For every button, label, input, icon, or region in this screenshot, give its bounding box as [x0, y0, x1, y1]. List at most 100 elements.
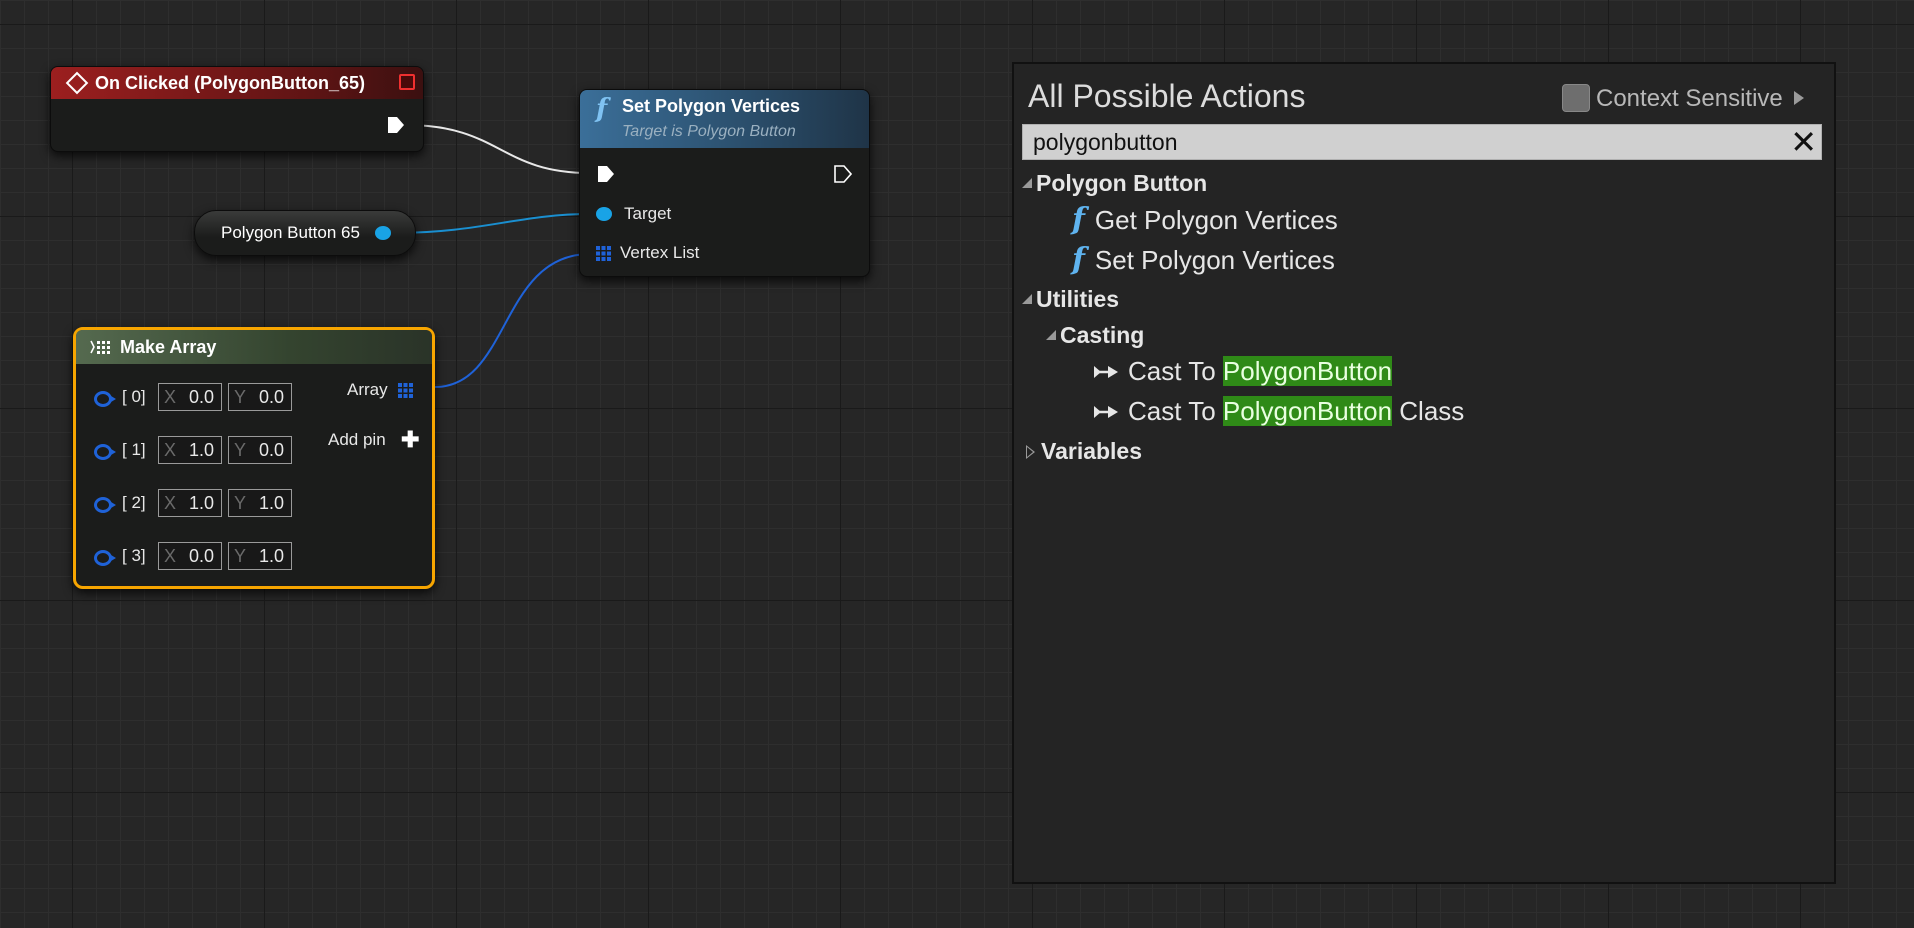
y-value-field[interactable]: Y 0.0	[228, 383, 292, 411]
y-value-field[interactable]: Y 0.0	[228, 436, 292, 464]
category-utilities[interactable]: Utilities	[1022, 286, 1119, 313]
x-value: 0.0	[188, 387, 214, 407]
array-element-row: [ 3] X 0.0 Y 1.0	[76, 542, 376, 572]
category-label: Utilities	[1036, 286, 1120, 312]
x-axis-label: X	[164, 440, 177, 460]
search-match-highlight: PolygonButton	[1222, 356, 1393, 386]
target-pin-label: Target	[624, 204, 672, 223]
actions-panel-title: All Possible Actions	[1028, 78, 1306, 114]
vertex-list-pin-label: Vertex List	[620, 243, 700, 262]
context-sensitive-toggle[interactable]: Context Sensitive	[1562, 84, 1814, 114]
y-value: 1.0	[258, 546, 284, 566]
vertex-list-wire	[434, 253, 591, 388]
function-icon: f	[1072, 242, 1085, 277]
y-value: 0.0	[258, 440, 284, 460]
variable-node-label: Polygon Button 65	[221, 223, 360, 242]
search-value: polygonbutton	[1033, 129, 1178, 155]
action-search-input[interactable]: polygonbutton ✕	[1022, 124, 1822, 160]
array-element-pin-icon[interactable]	[94, 391, 116, 407]
action-label: Get Polygon Vertices	[1094, 205, 1338, 235]
array-element-row: [ 0] X 0.0 Y 0.0	[76, 383, 376, 413]
variable-output-pin-icon[interactable]	[375, 226, 391, 240]
event-delegate-pin-icon[interactable]	[399, 74, 415, 90]
action-label-suffix: Class	[1392, 396, 1465, 426]
set-node-title: Set Polygon Vertices	[622, 96, 801, 116]
x-axis-label: X	[164, 546, 177, 566]
target-pin-icon[interactable]	[596, 207, 612, 221]
x-value-field[interactable]: X 1.0	[158, 489, 222, 517]
event-diamond-icon	[65, 71, 89, 95]
all-possible-actions-panel: All Possible Actions Context Sensitive p…	[1012, 62, 1836, 884]
category-variables[interactable]: Variables	[1026, 438, 1142, 465]
exec-out-pin-icon[interactable]	[387, 116, 405, 134]
add-pin-icon[interactable]: ✚	[401, 429, 419, 451]
y-axis-label: Y	[234, 387, 247, 407]
category-casting[interactable]: Casting	[1046, 322, 1144, 349]
y-value-field[interactable]: Y 1.0	[228, 489, 292, 517]
make-array-node[interactable]: Make Array Array Add pin ✚ [ 0] X 0.0 Y …	[73, 327, 435, 589]
x-value: 1.0	[188, 440, 214, 460]
array-output-pin-icon[interactable]	[398, 383, 413, 398]
collapsed-triangle-icon[interactable]	[1026, 445, 1035, 459]
action-get-polygon-vertices[interactable]: f Get Polygon Vertices	[1072, 202, 1338, 237]
make-array-title: Make Array	[120, 337, 217, 357]
make-array-header[interactable]: Make Array	[76, 330, 432, 364]
make-array-icon	[90, 340, 110, 354]
y-value: 1.0	[258, 493, 284, 513]
vertex-list-pin-icon[interactable]	[596, 246, 611, 261]
expanded-triangle-icon[interactable]	[1022, 178, 1032, 188]
array-element-pin-icon[interactable]	[94, 497, 116, 513]
action-cast-to-polygonbutton-class[interactable]: Cast To PolygonButton Class	[1092, 396, 1464, 427]
expanded-triangle-icon[interactable]	[1022, 294, 1032, 304]
event-node-header[interactable]: On Clicked (PolygonButton_65)	[51, 67, 423, 99]
category-label: Casting	[1060, 322, 1145, 348]
array-element-row: [ 2] X 1.0 Y 1.0	[76, 489, 376, 519]
category-polygon-button[interactable]: Polygon Button	[1022, 170, 1207, 197]
set-polygon-vertices-node[interactable]: f Set Polygon Vertices Target is Polygon…	[579, 89, 870, 277]
action-label: Set Polygon Vertices	[1094, 245, 1335, 275]
action-cast-to-polygonbutton[interactable]: Cast To PolygonButton	[1092, 356, 1393, 387]
array-element-pin-icon[interactable]	[94, 550, 116, 566]
array-element-index: [ 2]	[122, 493, 146, 512]
function-icon: f	[596, 94, 608, 124]
action-set-polygon-vertices[interactable]: f Set Polygon Vertices	[1072, 242, 1335, 277]
x-value-field[interactable]: X 0.0	[158, 383, 222, 411]
array-element-index: [ 3]	[122, 546, 146, 565]
clear-search-icon[interactable]: ✕	[1790, 125, 1817, 159]
set-node-subtitle: Target is Polygon Button	[622, 123, 796, 140]
array-element-index: [ 1]	[122, 440, 146, 459]
category-label: Polygon Button	[1036, 170, 1208, 196]
context-sensitive-label: Context Sensitive	[1596, 85, 1783, 112]
y-value: 0.0	[258, 387, 284, 407]
exec-wire	[405, 124, 591, 174]
on-clicked-event-node[interactable]: On Clicked (PolygonButton_65)	[50, 66, 424, 152]
y-axis-label: Y	[234, 546, 247, 566]
expanded-triangle-icon[interactable]	[1046, 330, 1056, 340]
exec-in-pin-icon[interactable]	[597, 165, 615, 183]
array-element-index: [ 0]	[122, 387, 146, 406]
polygon-button-variable-node[interactable]: Polygon Button 65	[194, 210, 416, 256]
category-label: Variables	[1041, 438, 1143, 464]
array-element-pin-icon[interactable]	[94, 444, 116, 460]
cast-arrow-icon	[1094, 406, 1118, 418]
y-axis-label: Y	[234, 493, 247, 513]
target-wire	[394, 213, 591, 234]
x-axis-label: X	[164, 493, 177, 513]
action-label-prefix: Cast To	[1128, 396, 1223, 426]
event-node-title: On Clicked (PolygonButton_65)	[95, 73, 366, 93]
x-value: 1.0	[188, 493, 214, 513]
set-node-header[interactable]: f Set Polygon Vertices Target is Polygon…	[580, 90, 869, 148]
x-value-field[interactable]: X 0.0	[158, 542, 222, 570]
x-value: 0.0	[188, 546, 214, 566]
chevron-right-icon[interactable]	[1794, 91, 1804, 105]
exec-out-pin-icon[interactable]	[834, 165, 852, 183]
array-element-row: [ 1] X 1.0 Y 0.0	[76, 436, 376, 466]
function-icon: f	[1072, 202, 1085, 237]
cast-arrow-icon	[1094, 366, 1118, 378]
x-value-field[interactable]: X 1.0	[158, 436, 222, 464]
context-sensitive-checkbox[interactable]	[1562, 84, 1590, 112]
y-value-field[interactable]: Y 1.0	[228, 542, 292, 570]
action-label-prefix: Cast To	[1128, 356, 1223, 386]
x-axis-label: X	[164, 387, 177, 407]
search-match-highlight: PolygonButton	[1222, 396, 1393, 426]
